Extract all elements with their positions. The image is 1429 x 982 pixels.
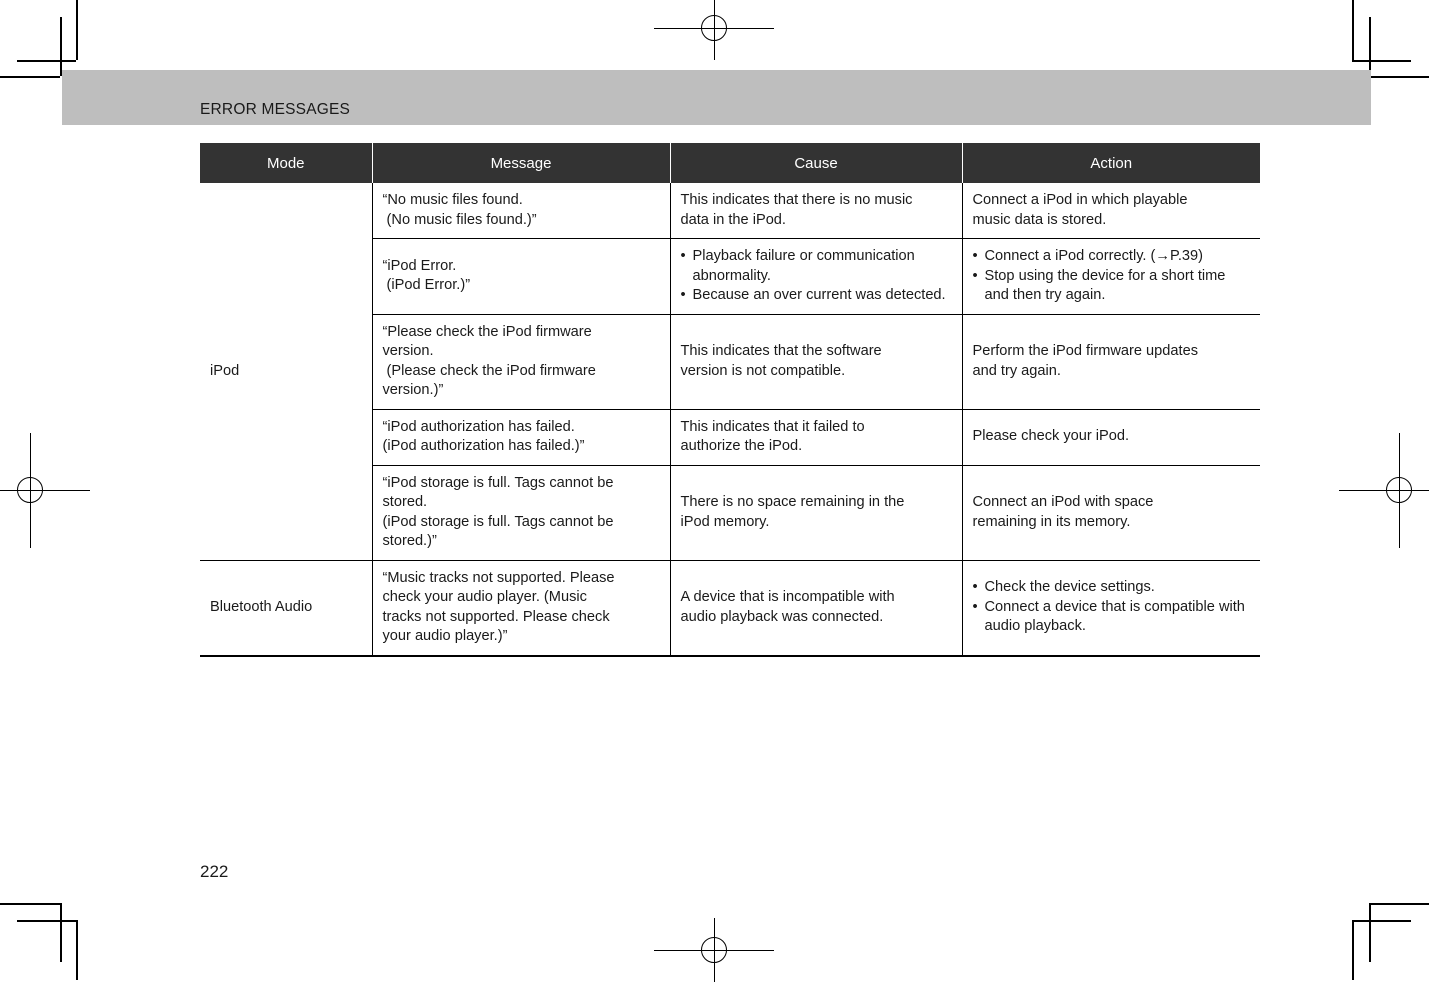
column-header-cause: Cause: [669, 143, 963, 183]
cell-line: “Music tracks not supported. Please: [382, 569, 615, 586]
bullet-list: Playback failure or communication abnorm…: [681, 247, 953, 306]
cell-line: Please check your iPod.: [972, 428, 1130, 445]
crop-mark-bottom-right-horizontal-outer: [1369, 903, 1429, 905]
cell-line: music data is stored.: [972, 211, 1107, 228]
cell-line: your audio player.)”: [382, 628, 508, 644]
cell-message: “Music tracks not supported. Please check…: [372, 560, 671, 657]
bullet-item: Because an over current was detected.: [681, 286, 953, 306]
cell-line: stored.)”: [382, 533, 437, 549]
crop-mark-top-left-horizontal-inner: [17, 60, 76, 62]
bullet-list: Check the device settings.Connect a devi…: [973, 578, 1252, 637]
cell-line: tracks not supported. Please check: [382, 608, 610, 625]
cell-line: version is not compatible.: [680, 362, 846, 379]
cell-mode: Bluetooth Audio: [200, 560, 373, 657]
registration-ring: [17, 477, 43, 503]
cell-message: “No music files found. (No music files f…: [372, 183, 671, 239]
table-row: Bluetooth Audio “Music tracks not support…: [200, 560, 1260, 657]
cell-line: stored.: [382, 494, 428, 510]
crop-mark-bottom-left-vertical-outer: [76, 920, 78, 980]
error-messages-table: Mode Message Cause Action iPod “No music …: [200, 143, 1260, 657]
cell-cause: There is no space remaining in the iPod m…: [670, 465, 963, 561]
crop-mark-top-right-horizontal-outer: [1369, 76, 1429, 78]
cell-line: “Please check the iPod firmware: [382, 323, 592, 340]
table-row: iPod “No music files found. (No music fil…: [200, 183, 1260, 561]
cell-line: remaining in its memory.: [972, 513, 1131, 530]
cell-line: version.: [382, 343, 434, 359]
cell-action: Please check your iPod.: [962, 409, 1260, 466]
cell-cause: Playback failure or communication abnorm…: [670, 238, 963, 315]
column-header-mode: Mode: [200, 143, 373, 183]
cell-cause: A device that is incompatible with audio …: [670, 560, 963, 657]
crop-mark-top-left-vertical-outer: [76, 0, 78, 60]
crop-mark-top-left-vertical-inner: [60, 17, 62, 76]
cell-message: “iPod authorization has failed. (iPod aut…: [372, 409, 671, 466]
cell-message: “iPod storage is full. Tags cannot be sto…: [372, 465, 671, 561]
cell-line: “No music files found.: [382, 192, 523, 208]
page-title: ERROR MESSAGES: [200, 101, 351, 118]
registration-ring: [1386, 477, 1412, 503]
crop-mark-top-right-vertical-inner: [1369, 17, 1371, 76]
cell-cause: This indicates that the software version …: [670, 314, 963, 410]
cell-line: and try again.: [972, 362, 1061, 379]
crop-mark-bottom-left-vertical-inner: [60, 903, 62, 962]
registration-ring: [701, 15, 727, 41]
cell-line: Connect an iPod with space: [972, 494, 1154, 510]
cell-line: (iPod storage is full. Tags cannot be: [382, 513, 614, 530]
bullet-item: Connect a iPod correctly. (→P.39): [973, 247, 1252, 267]
cell-line: (iPod Error.)”: [382, 277, 471, 294]
registration-ring: [701, 937, 727, 963]
cell-line: (iPod authorization has failed.)”: [382, 438, 585, 454]
cell-line: (No music files found.)”: [382, 211, 537, 228]
registration-crosshair-horizontal: [1339, 489, 1429, 491]
cell-action: Connect an iPod with space remaining in i…: [962, 465, 1260, 561]
cell-line: data in the iPod.: [680, 211, 786, 228]
cell-mode: iPod: [200, 183, 373, 561]
cell-line: iPod memory.: [680, 513, 770, 530]
cell-line: (Please check the iPod firmware: [382, 362, 596, 379]
cell-line: “iPod authorization has failed.: [382, 418, 575, 435]
column-header-message: Message: [371, 143, 671, 183]
crop-mark-top-right-horizontal-inner: [1352, 60, 1411, 62]
cell-line: There is no space remaining in the: [680, 494, 905, 510]
cell-line: audio playback was connected.: [680, 608, 884, 625]
bullet-item: Playback failure or communication abnorm…: [681, 247, 953, 286]
cell-line: Perform the iPod firmware updates: [972, 343, 1199, 359]
registration-crosshair-horizontal: [0, 489, 90, 491]
crop-mark-bottom-right-horizontal-inner: [1352, 920, 1411, 922]
error-messages-table-wrap: Mode Message Cause Action iPod “No music …: [200, 143, 1260, 657]
cell-action: Connect a iPod in which playable music da…: [962, 183, 1260, 239]
bullet-list: Connect a iPod correctly. (→P.39)Stop us…: [973, 247, 1252, 306]
cell-line: This indicates that there is no music: [680, 192, 913, 208]
page-number: 222: [200, 862, 229, 881]
cell-action: Perform the iPod firmware updates and try…: [962, 314, 1260, 410]
cell-line: This indicates that the software: [680, 343, 882, 359]
crop-mark-bottom-left-horizontal-outer: [0, 903, 60, 905]
cell-line: This indicates that it failed to: [680, 418, 865, 435]
cell-message: “iPod Error. (iPod Error.)”: [372, 238, 671, 315]
crop-mark-bottom-right-vertical-inner: [1369, 903, 1371, 962]
bullet-item: Stop using the device for a short time a…: [973, 267, 1252, 306]
cell-line: version.)”: [382, 382, 444, 398]
cell-line: authorize the iPod.: [680, 438, 803, 454]
crop-mark-bottom-right-vertical-outer: [1352, 920, 1354, 980]
column-header-action: Action: [961, 143, 1260, 183]
table-header-row: Mode Message Cause Action: [200, 143, 1260, 183]
cell-line: “iPod storage is full. Tags cannot be: [382, 474, 614, 491]
cell-message: “Please check the iPod firmware version. …: [372, 314, 671, 410]
bullet-item: Check the device settings.: [973, 578, 1252, 598]
cell-line: “iPod Error.: [382, 257, 457, 274]
cell-cause: This indicates that it failed to authoriz…: [670, 409, 963, 466]
cell-line: Connect a iPod in which playable: [972, 192, 1188, 208]
crop-mark-bottom-left-horizontal-inner: [17, 920, 76, 922]
cell-line: check your audio player. (Music: [382, 589, 587, 605]
bullet-item: Connect a device that is compatible with…: [973, 598, 1252, 637]
crop-mark-top-left-horizontal-outer: [0, 76, 60, 78]
cell-cause: This indicates that there is no music dat…: [670, 183, 963, 239]
crop-mark-top-right-vertical-outer: [1352, 0, 1354, 60]
cell-action: Check the device settings.Connect a devi…: [962, 560, 1260, 657]
table-body: iPod “No music files found. (No music fil…: [200, 183, 1260, 657]
cell-action: Connect a iPod correctly. (→P.39)Stop us…: [962, 238, 1260, 315]
cell-line: A device that is incompatible with: [680, 589, 895, 605]
